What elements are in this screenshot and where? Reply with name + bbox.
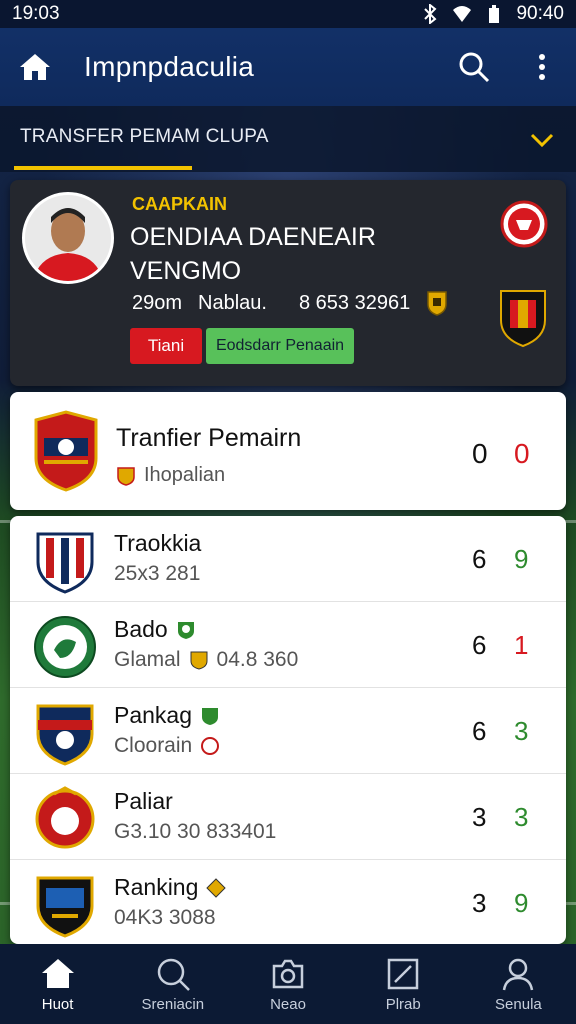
status-bar: 19:03 90:40	[0, 0, 576, 28]
nav-edit[interactable]: Plrab	[346, 944, 461, 1024]
bluetooth-icon	[424, 4, 437, 24]
nav-search[interactable]: Sreniacin	[115, 944, 230, 1024]
list-item[interactable]: Pankag Cloorain 6 3	[10, 688, 566, 774]
nav-camera[interactable]: Neao	[230, 944, 345, 1024]
details-button[interactable]: Eodsdarr Penaain	[206, 328, 354, 364]
list-item[interactable]: Ranking 04K3 3088 3 9	[10, 860, 566, 946]
wifi-icon	[453, 6, 472, 22]
club-meta: 25x3 281	[114, 562, 201, 585]
club-crest-icon	[36, 532, 94, 594]
club-crest-icon	[34, 616, 96, 678]
score-away: 9	[514, 888, 529, 918]
player-value: 8 653 32961	[298, 291, 411, 314]
player-name-line2: VENGMO	[130, 257, 242, 285]
club-meta: G3.10 30 833401	[114, 820, 277, 843]
club-name: Bado	[114, 616, 196, 643]
list-item[interactable]: Bado Glamal 04.8 360 6 1	[10, 602, 566, 688]
score-home: 6	[472, 544, 487, 574]
player-age: 29om	[132, 291, 183, 314]
bottom-navigation: Huot Sreniacin Neao Plrab Senula	[0, 944, 576, 1024]
search-button[interactable]	[440, 28, 508, 106]
score-home: 3	[472, 802, 487, 832]
list-item[interactable]: Paliar G3.10 30 833401 3 3	[10, 774, 566, 860]
nav-label: Sreniacin	[141, 995, 205, 1013]
home-icon	[20, 54, 50, 80]
score-away: 3	[514, 716, 529, 746]
person-icon	[503, 958, 534, 990]
tab-indicator	[14, 166, 192, 170]
nav-label: Neao	[270, 995, 306, 1013]
player-name-line1: OENDIAA DAENEAIR	[130, 223, 376, 251]
chevron-down-icon[interactable]	[528, 126, 556, 154]
club-meta: Glamal 04.8 360	[114, 648, 299, 671]
featured-subtitle: Ihopalian	[116, 464, 225, 487]
transfer-list: Traokkia 25x3 281 6 9 Bado Glamal 04.8 3…	[10, 516, 566, 944]
featured-transfer-card[interactable]: Tranfier Pemairn Ihopalian 0 0	[10, 392, 566, 510]
club-meta: Cloorain	[114, 734, 220, 758]
score-home: 3	[472, 888, 487, 918]
club-name: Traokkia	[114, 530, 202, 556]
club-shield-icon	[500, 290, 546, 348]
score-away: 9	[514, 544, 529, 574]
nav-label: Plrab	[385, 995, 421, 1013]
score-home: 0	[472, 438, 488, 469]
status-clock: 90:40	[516, 3, 564, 24]
player-position: CAAPKAIN	[132, 194, 228, 214]
more-button[interactable]	[508, 28, 576, 106]
camera-icon	[272, 959, 304, 988]
score-away: 3	[514, 802, 529, 832]
home-button[interactable]	[0, 28, 70, 106]
club-badge-icon	[190, 651, 208, 670]
club-crest-icon	[36, 876, 94, 938]
player-nation: Nablau.	[198, 291, 267, 314]
club-name: Ranking	[114, 874, 227, 901]
club-badge-icon	[201, 737, 220, 755]
avatar	[22, 192, 114, 284]
club-crest-icon	[35, 786, 95, 849]
player-meta: 29om Nablau. 8 653 32961	[132, 290, 448, 316]
club-badge-icon	[117, 466, 135, 486]
club-name: Pankag	[114, 702, 220, 729]
player-card[interactable]: CAAPKAIN OENDIAA DAENEAIR VENGMO 29om Na…	[10, 180, 566, 386]
club-crest-icon	[34, 410, 98, 492]
nav-label: Senula	[495, 995, 542, 1013]
list-item[interactable]: Traokkia 25x3 281 6 9	[10, 516, 566, 602]
score-away: 0	[514, 438, 530, 469]
app-bar: Impnpdaculia	[0, 28, 576, 106]
nav-profile[interactable]: Senula	[461, 944, 576, 1024]
club-badge-icon	[202, 707, 219, 725]
featured-title: Tranfier Pemairn	[116, 424, 302, 452]
club-badge-icon	[206, 877, 227, 898]
search-icon	[157, 958, 190, 991]
battery-icon	[489, 5, 500, 23]
section-label: TRANSFER PEMAM CLUPA	[20, 126, 269, 147]
search-icon	[459, 52, 490, 83]
score-away: 1	[514, 630, 529, 660]
club-crest-icon	[36, 704, 94, 766]
club-meta: 04K3 3088	[114, 906, 216, 929]
club-badge-icon	[427, 291, 447, 316]
transfer-button[interactable]: Tiani	[130, 328, 202, 364]
edit-icon	[387, 958, 419, 989]
app-title: Impnpdaculia	[84, 51, 255, 82]
more-vert-icon	[539, 54, 545, 80]
club-name: Paliar	[114, 788, 173, 814]
player-name: OENDIAA DAENEAIR VENGMO	[130, 220, 430, 288]
status-time: 19:03	[12, 3, 60, 24]
club-crest-icon	[500, 200, 548, 248]
nav-label: Huot	[41, 995, 74, 1013]
home-icon	[41, 958, 74, 988]
featured-club: Ihopalian	[144, 464, 226, 486]
score-home: 6	[472, 630, 487, 660]
section-header[interactable]: TRANSFER PEMAM CLUPA	[0, 106, 576, 172]
score-home: 6	[472, 716, 487, 746]
nav-home[interactable]: Huot	[0, 944, 115, 1024]
club-badge-icon	[177, 621, 194, 639]
